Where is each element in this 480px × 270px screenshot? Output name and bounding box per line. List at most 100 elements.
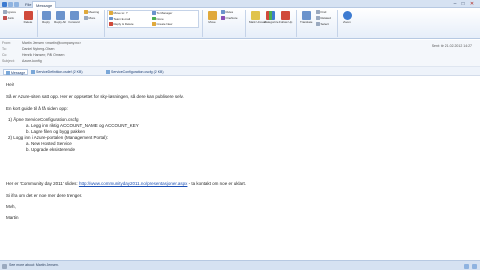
quick-steps-gallery: Move to: ? Team E-mail Reply & Delete To…: [107, 10, 199, 28]
chevron-up-icon[interactable]: [472, 263, 477, 269]
attachment-item[interactable]: ServiceConfiguration.cscfg (2 KB): [104, 69, 166, 75]
translate-icon: [301, 11, 311, 20]
sent-timestamp: Sent: tir 21.02.2012 14:27: [431, 44, 472, 48]
people-pane-text[interactable]: See more about: Martin Jensen.: [9, 263, 59, 268]
file-icon: [31, 69, 35, 74]
ignore-button[interactable]: Ignore: [3, 10, 16, 15]
team-email-icon: [109, 16, 113, 21]
more-respond-button[interactable]: More: [84, 16, 95, 21]
more-icon: [84, 16, 88, 20]
close-button[interactable]: ✕: [469, 1, 475, 7]
group-separator: [337, 10, 338, 37]
envelope-icon: [6, 70, 10, 75]
categorize-button[interactable]: Categorize: [264, 11, 279, 25]
status-bar: See more about: Martin Jensen.: [0, 260, 480, 270]
subject-row: Subject: Azure-konfig: [2, 59, 42, 63]
attachment-bar: Message ServiceDefinition.csdef (2 KB) S…: [0, 67, 480, 76]
subject-text: Azure-konfig: [22, 59, 42, 63]
quick-step-reply-delete[interactable]: Reply & Delete: [109, 22, 134, 27]
junk-icon: [3, 16, 7, 20]
reply-all-button[interactable]: Reply All: [54, 11, 66, 25]
forward-icon: [69, 11, 79, 20]
cc-names[interactable]: Henrik Hansen; Pål Omsen: [22, 53, 64, 57]
ignore-icon: [3, 10, 7, 14]
meeting-icon: [84, 10, 88, 14]
reply-button[interactable]: Reply: [40, 11, 52, 25]
body-paragraph: Så er Azure-siten satt opp. Her er oppse…: [6, 94, 184, 99]
body-paragraph: En kort guide til å få siden opp:: [6, 106, 68, 111]
flag-icon: [280, 11, 290, 20]
checkmark-icon: [152, 16, 156, 21]
delete-icon: [23, 11, 33, 20]
find-icon: [316, 10, 320, 14]
undo-icon[interactable]: [14, 1, 19, 7]
group-separator: [104, 10, 105, 37]
manager-icon: [152, 11, 156, 15]
reply-all-icon: [55, 11, 65, 20]
move-button[interactable]: Move: [206, 11, 218, 25]
group-separator: [202, 10, 203, 37]
tab-message[interactable]: Message: [32, 1, 57, 8]
recipient-name[interactable]: Daniel Nyberg-Olsen: [22, 47, 55, 51]
attachment-item[interactable]: ServiceDefinition.csdef (2 KB): [29, 69, 85, 75]
junk-button[interactable]: Junk: [3, 16, 14, 21]
zoom-button[interactable]: Zoom: [341, 11, 353, 25]
rules-button[interactable]: Rules: [221, 10, 233, 15]
quick-step-create-new[interactable]: Create New: [152, 22, 172, 27]
greeting: Hei!: [6, 82, 15, 87]
message-tab[interactable]: Message: [3, 68, 29, 75]
group-separator: [296, 10, 297, 37]
lightning-icon: [152, 22, 156, 26]
body-paragraph: Si ifra om det er noe mer dere trenger.: [6, 193, 83, 198]
to-row: To: Daniel Nyberg-Olsen: [2, 47, 55, 51]
related-button[interactable]: Related: [316, 16, 331, 21]
file-icon: [106, 69, 110, 74]
minimize-button[interactable]: –: [452, 1, 458, 7]
select-button[interactable]: Select: [316, 22, 329, 27]
onenote-icon: [221, 16, 225, 20]
select-icon: [316, 22, 320, 26]
message-header: From: Martin Jensen <martin@company.no> T…: [0, 40, 480, 67]
group-separator: [245, 10, 246, 37]
quick-step-move-to[interactable]: Move to: ?: [109, 11, 128, 16]
quick-step-team-email[interactable]: Team E-mail: [109, 17, 130, 22]
envelope-icon: [250, 11, 260, 20]
ribbon: Ignore Junk Delete Reply Reply All Forwa…: [0, 8, 480, 39]
reply-delete-icon: [109, 22, 113, 26]
translate-button[interactable]: Translate: [300, 11, 312, 25]
maximize-button[interactable]: □: [460, 1, 466, 7]
find-button[interactable]: Find: [316, 10, 326, 15]
quick-step-done[interactable]: Done: [152, 17, 164, 22]
reply-icon: [41, 11, 51, 20]
meeting-button[interactable]: Meeting: [84, 10, 99, 15]
people-icon: [2, 263, 7, 269]
signature-name: Martin: [6, 215, 19, 220]
move-folder-icon: [207, 11, 217, 20]
mark-unread-button[interactable]: Mark Unread: [249, 11, 266, 25]
sign-off: Mvh,: [6, 204, 16, 209]
community-day-link[interactable]: http://www.communityday2011.no/presentas…: [79, 181, 187, 186]
list-subitem: b. Lagre filen og bygg pakken: [26, 129, 86, 134]
forward-button[interactable]: Forward: [68, 11, 80, 25]
follow-up-button[interactable]: Follow Up: [279, 11, 292, 25]
sender-name[interactable]: Martin Jensen <martin@company.no>: [22, 41, 81, 45]
from-row: From: Martin Jensen <martin@company.no>: [2, 41, 82, 45]
list-subitem: a. Legg inn riktig ACCOUNT_NAME og ACCOU…: [26, 123, 139, 128]
list-subitem: a. New Hosted Service: [26, 141, 72, 146]
list-item: 2) Logg inn i Azure-portalen (Management…: [8, 135, 109, 140]
title-bar: – □ ✕: [0, 0, 480, 8]
delete-button[interactable]: Delete: [22, 11, 34, 25]
cc-row: Cc: Henrik Hansen; Pål Omsen: [2, 53, 65, 57]
folder-icon: [109, 11, 113, 15]
body-paragraph-with-link: Her er 'Community day 2011' slides: http…: [6, 181, 246, 186]
save-icon[interactable]: [8, 1, 13, 7]
onenote-button[interactable]: OneNote: [221, 16, 238, 21]
categorize-icon: [265, 11, 275, 20]
expand-icon[interactable]: [464, 263, 469, 269]
list-subitem: b. Upgrade eksisterende: [26, 147, 76, 152]
related-icon: [316, 16, 320, 20]
group-separator: [37, 10, 38, 37]
rules-icon: [221, 10, 225, 14]
quick-step-to-manager[interactable]: To Manager: [152, 11, 172, 16]
magnifier-icon: [342, 11, 352, 20]
